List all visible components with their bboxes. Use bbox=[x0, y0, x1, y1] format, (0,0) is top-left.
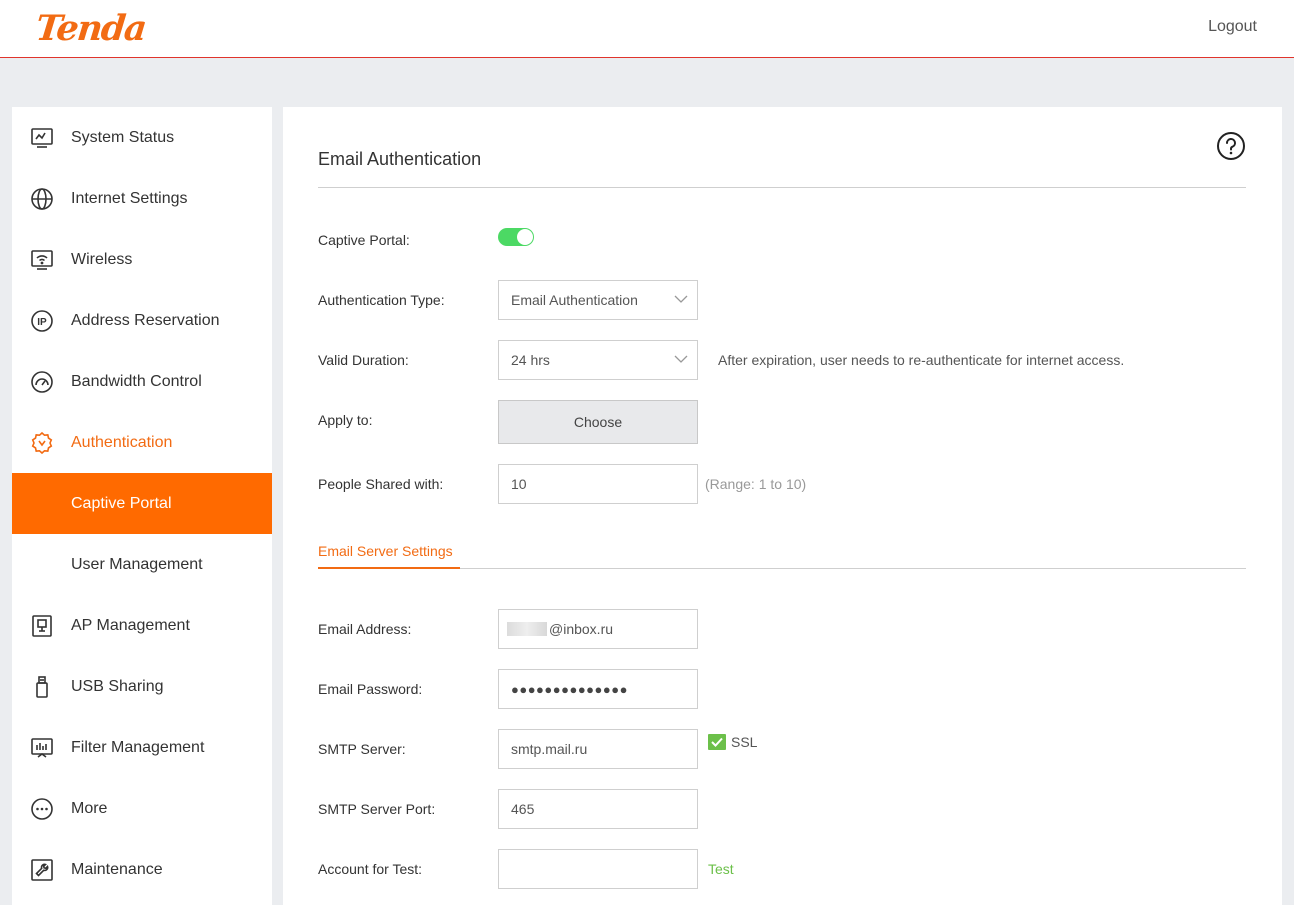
sidebar-item-label: Filter Management bbox=[71, 738, 205, 756]
sidebar-item-maintenance[interactable]: Maintenance bbox=[12, 839, 272, 900]
email-address-value: @inbox.ru bbox=[549, 621, 614, 637]
sidebar-item-label: More bbox=[71, 799, 108, 817]
sidebar-item-wireless[interactable]: Wireless bbox=[12, 229, 272, 290]
sidebar-item-captive-portal[interactable]: Captive Portal bbox=[12, 473, 272, 534]
ap-icon bbox=[32, 614, 52, 637]
sidebar-item-filter-management[interactable]: Filter Management bbox=[12, 717, 272, 778]
people-shared-range-hint: (Range: 1 to 10) bbox=[705, 476, 807, 492]
people-shared-value: 10 bbox=[511, 476, 527, 492]
more-icon bbox=[31, 797, 53, 820]
sidebar-item-label: System Status bbox=[71, 128, 175, 146]
gauge-icon bbox=[31, 370, 53, 393]
sidebar-item-label: Captive Portal bbox=[71, 494, 172, 512]
sidebar-item-ap-management[interactable]: AP Management bbox=[12, 595, 272, 656]
sidebar-item-authentication[interactable]: Authentication bbox=[12, 412, 272, 473]
captive-portal-label: Captive Portal: bbox=[318, 232, 410, 248]
wifi-monitor-icon bbox=[31, 249, 53, 270]
valid-duration-hint: After expiration, user needs to re-authe… bbox=[718, 352, 1125, 368]
apply-to-label: Apply to: bbox=[318, 412, 373, 428]
filter-chart-icon bbox=[31, 737, 53, 758]
auth-type-value: Email Authentication bbox=[511, 292, 638, 308]
sidebar-item-address-reservation[interactable]: IP Address Reservation bbox=[12, 290, 272, 351]
smtp-port-value: 465 bbox=[511, 801, 535, 817]
checkbox-checked-icon bbox=[708, 734, 726, 750]
smtp-server-value: smtp.mail.ru bbox=[511, 741, 588, 757]
valid-duration-value: 24 hrs bbox=[511, 352, 550, 368]
toggle-knob bbox=[517, 229, 533, 245]
valid-duration-label: Valid Duration: bbox=[318, 352, 409, 368]
account-test-label: Account for Test: bbox=[318, 861, 423, 877]
svg-text:IP: IP bbox=[37, 317, 47, 328]
sidebar-item-system-status[interactable]: System Status bbox=[12, 107, 272, 168]
test-link[interactable]: Test bbox=[708, 861, 734, 877]
email-address-label: Email Address: bbox=[318, 621, 412, 637]
sidebar-item-more[interactable]: More bbox=[12, 778, 272, 839]
wrench-icon bbox=[31, 858, 53, 881]
sidebar-item-label: Address Reservation bbox=[71, 311, 220, 329]
main-panel: Email Authentication Captive Portal: Aut… bbox=[283, 107, 1282, 905]
valid-duration-select[interactable]: 24 hrs bbox=[498, 340, 698, 380]
ip-icon: IP bbox=[31, 309, 53, 332]
tab-email-server-settings[interactable]: Email Server Settings bbox=[318, 543, 453, 559]
sidebar-item-label: AP Management bbox=[71, 616, 190, 634]
top-header: Tenda Logout bbox=[0, 0, 1294, 58]
ssl-label: SSL bbox=[731, 734, 758, 750]
choose-button[interactable]: Choose bbox=[498, 400, 698, 444]
captive-portal-toggle[interactable] bbox=[498, 228, 534, 246]
email-password-label: Email Password: bbox=[318, 681, 423, 697]
help-icon[interactable] bbox=[1216, 131, 1246, 161]
badge-check-icon bbox=[31, 431, 53, 454]
redacted-text bbox=[507, 622, 547, 636]
smtp-server-field[interactable]: smtp.mail.ru bbox=[498, 729, 698, 769]
sidebar-item-label: Authentication bbox=[71, 433, 173, 451]
sidebar-item-usb-sharing[interactable]: USB Sharing bbox=[12, 656, 272, 717]
logout-link[interactable]: Logout bbox=[1208, 18, 1257, 36]
sidebar-item-label: Wireless bbox=[71, 250, 133, 268]
smtp-port-field[interactable]: 465 bbox=[498, 789, 698, 829]
sidebar-item-user-management[interactable]: User Management bbox=[12, 534, 272, 595]
title-divider bbox=[318, 187, 1246, 188]
smtp-port-label: SMTP Server Port: bbox=[318, 801, 436, 817]
sidebar: System Status Internet Settings Wireless… bbox=[12, 107, 272, 905]
people-shared-label: People Shared with: bbox=[318, 476, 444, 492]
ssl-checkbox[interactable]: SSL bbox=[708, 734, 757, 750]
account-test-field[interactable] bbox=[498, 849, 698, 889]
sidebar-item-label: Bandwidth Control bbox=[71, 372, 202, 390]
email-address-field[interactable]: @inbox.ru bbox=[498, 609, 698, 649]
sidebar-item-label: USB Sharing bbox=[71, 677, 164, 695]
auth-type-label: Authentication Type: bbox=[318, 292, 445, 308]
smtp-server-label: SMTP Server: bbox=[318, 741, 406, 757]
people-shared-input[interactable]: 10 bbox=[498, 464, 698, 504]
email-password-field[interactable]: ●●●●●●●●●●●●●● bbox=[498, 669, 698, 709]
usb-icon bbox=[36, 675, 48, 698]
sidebar-item-label: User Management bbox=[71, 555, 203, 573]
section-divider bbox=[460, 568, 1246, 569]
sidebar-item-bandwidth-control[interactable]: Bandwidth Control bbox=[12, 351, 272, 412]
email-password-value: ●●●●●●●●●●●●●● bbox=[511, 681, 628, 697]
auth-type-select[interactable]: Email Authentication bbox=[498, 280, 698, 320]
chevron-down-icon bbox=[674, 355, 688, 363]
sidebar-item-label: Maintenance bbox=[71, 860, 163, 878]
sidebar-item-internet-settings[interactable]: Internet Settings bbox=[12, 168, 272, 229]
chevron-down-icon bbox=[674, 295, 688, 303]
sidebar-item-label: Internet Settings bbox=[71, 189, 188, 207]
tenda-logo: Tenda bbox=[33, 8, 148, 49]
globe-icon bbox=[31, 187, 53, 210]
system-status-icon bbox=[31, 127, 53, 148]
active-tab-underline bbox=[318, 567, 460, 569]
page-title: Email Authentication bbox=[318, 149, 482, 169]
